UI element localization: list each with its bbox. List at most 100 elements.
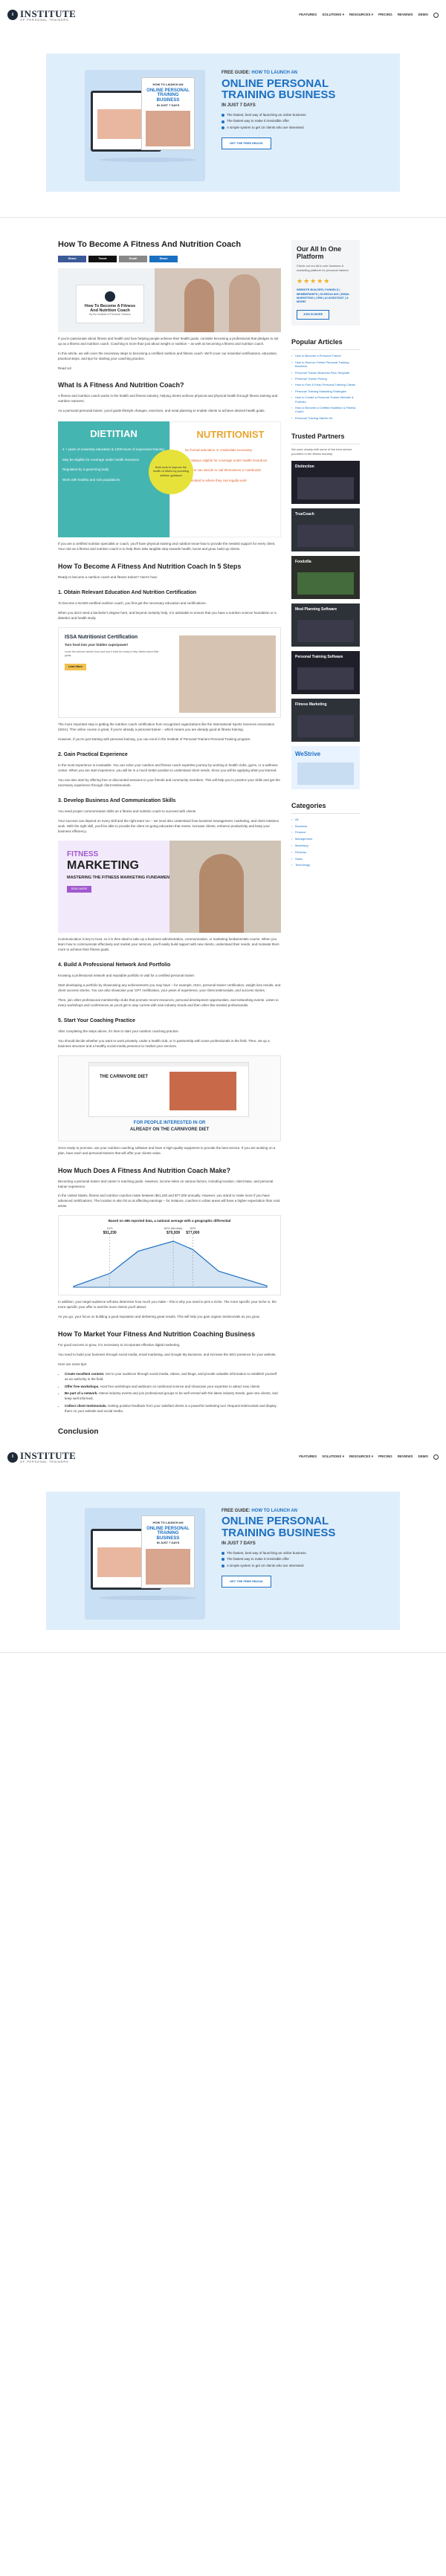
logo-sub-text: OF PERSONAL TRAINERS — [20, 17, 69, 22]
share-email-button[interactable]: Email — [119, 255, 147, 262]
ebook-banner[interactable]: HOW TO LAUNCH AN ONLINE PERSONAL TRAININ… — [46, 1491, 400, 1630]
paragraph: You need proper communication skills as … — [58, 809, 197, 813]
paragraph: Communication is key to trust, so it is … — [58, 936, 279, 951]
popular-article-link[interactable]: How to Start an Online Personal Training… — [291, 360, 360, 369]
menu-item-pricing[interactable]: PRICING — [378, 13, 392, 18]
carn-food-photo — [169, 1071, 236, 1110]
nutritionist-title: NUTRITIONIST — [196, 429, 265, 441]
category-link[interactable]: Management — [291, 837, 360, 841]
salary-value-label: $51,230 — [103, 1231, 117, 1235]
menu-item-solutions[interactable]: SOLUTIONS ▾ — [322, 13, 344, 18]
shared-circle: Both work to improve the health of other… — [149, 450, 193, 495]
partner-banner-foodzilla[interactable]: Foodzilla — [291, 555, 360, 599]
issa-ad-image[interactable]: ISSA Nutritionist Certification Turn foo… — [58, 627, 281, 718]
category-link[interactable]: Finance — [291, 830, 360, 835]
paragraph: Start developing a portfolio by showcasi… — [58, 983, 281, 992]
menu-item-resources[interactable]: RESOURCES ▾ — [349, 1454, 373, 1460]
popular-article-link[interactable]: Personal Training Starter Kit — [291, 416, 360, 421]
menu-item-solutions[interactable]: SOLUTIONS ▾ — [322, 1454, 344, 1460]
get-ebook-button[interactable]: GET THE FREE EBOOK — [222, 1576, 271, 1588]
mkt-photo — [169, 840, 281, 933]
sidebar: Our All In One Platform Check out our al… — [291, 240, 360, 1438]
menu-item-demo[interactable]: DEMO — [418, 1454, 429, 1460]
search-icon[interactable] — [433, 12, 439, 18]
site-logo[interactable]: I INSTITUTE OF PERSONAL TRAINERS — [7, 9, 76, 22]
logo-sub-text: OF PERSONAL TRAINERS — [20, 1460, 69, 1464]
ebook-cover-days: IN JUST 7 DAYS — [156, 103, 180, 107]
share-more-button[interactable]: Share — [149, 255, 178, 262]
paragraph: For good success to grow, it is necessar… — [58, 1343, 181, 1347]
category-link[interactable]: Sales — [291, 857, 360, 861]
top-banner-section: HOW TO LAUNCH AN ONLINE PERSONAL TRAININ… — [0, 30, 446, 218]
popular-article-link[interactable]: Personal Trainer Pricing — [291, 377, 360, 381]
paragraph: The more important step is getting the n… — [58, 722, 275, 731]
ebook-cover-photo — [146, 1549, 190, 1585]
partner-banner-pt-software[interactable]: Personal Training Software — [291, 650, 360, 694]
intro-paragraph: If you're passionate about fitness and h… — [58, 336, 279, 346]
dietitian-point: 4 + years of university education & 1200… — [62, 447, 164, 452]
ebook-banner[interactable]: HOW TO LAUNCH AN ONLINE PERSONAL TRAININ… — [46, 54, 400, 192]
partner-banner-distinction[interactable]: Distinction — [291, 460, 360, 504]
logo-main-text: INSTITUTE — [20, 7, 77, 19]
ebook-mockup: HOW TO LAUNCH AN ONLINE PERSONAL TRAININ… — [85, 1507, 205, 1619]
trusted-partners-desc: We work closely with some of the best se… — [291, 447, 352, 456]
category-link[interactable]: Technology — [291, 863, 360, 867]
percentile-label: 90% — [190, 1226, 195, 1230]
partner-banner-marketing[interactable]: Fitness Marketing — [291, 698, 360, 742]
ebook-cover-big: ONLINE PERSONAL TRAINING BUSINESS — [146, 88, 190, 103]
banner-days: IN JUST 7 DAYS — [222, 1541, 256, 1546]
popular-article-link[interactable]: Personal Trainer Business Plan Template — [291, 371, 360, 375]
dietitian-point: May be eligible for coverage under healt… — [62, 457, 140, 462]
paragraph: After completing the steps above, it's t… — [58, 1029, 179, 1033]
partner-banner-westrive[interactable]: WeStrive — [291, 745, 360, 789]
mkt-read-more-button[interactable]: READ MORE — [67, 886, 92, 893]
menu-item-features[interactable]: FEATURES — [299, 1454, 317, 1460]
paragraph: Here are some tips: — [58, 1362, 88, 1367]
menu-item-reviews[interactable]: REVIEWS — [398, 1454, 413, 1460]
menu-item-demo[interactable]: DEMO — [418, 13, 429, 18]
category-link[interactable]: All — [291, 818, 360, 822]
menu-item-pricing[interactable]: PRICING — [378, 1454, 392, 1460]
menu-item-reviews[interactable]: REVIEWS — [398, 13, 413, 18]
banner-bullets: The fastest, best way of launching an on… — [222, 113, 378, 131]
banner-bullet: The fastest, best way of launching an on… — [222, 1551, 378, 1556]
popular-article-link[interactable]: How to Become a Certified Nutrition & Fi… — [291, 406, 360, 414]
issa-learn-more-button[interactable]: Learn More — [65, 663, 86, 670]
category-link[interactable]: Marketing — [291, 844, 360, 848]
step-heading: 2. Gain Practical Experience — [58, 751, 128, 757]
paragraph: In the United States, fitness and nutrit… — [58, 1194, 280, 1208]
paragraph: You need to build your business through … — [58, 1353, 277, 1357]
fitness-marketing-image[interactable]: FITNESS MARKETING MASTERING THE FITNESS … — [58, 840, 281, 933]
platform-button[interactable]: JOIN IN MORE — [297, 309, 330, 320]
paragraph: Once ready to promote, use your nutritio… — [58, 1145, 276, 1155]
partner-banner-truecoach[interactable]: TrueCoach — [291, 508, 360, 551]
banner-bullet: The fastest, best way of launching an on… — [222, 113, 378, 118]
share-facebook-button[interactable]: Share — [58, 255, 86, 262]
nutritionist-point: Not always eligible for coverage under h… — [185, 458, 268, 462]
check-icon — [222, 1558, 224, 1562]
paragraph: Then, join other professional membership… — [58, 997, 279, 1007]
section-heading-pay: How Much Does A Fitness And Nutrition Co… — [58, 1166, 231, 1174]
get-ebook-button[interactable]: GET THE FREE EBOOK — [222, 137, 271, 150]
popular-article-link[interactable]: How to Find & Keep Personal Training Cli… — [291, 383, 360, 387]
menu-item-resources[interactable]: RESOURCES ▾ — [349, 13, 373, 18]
step-heading: 5. Start Your Coaching Practice — [58, 1017, 135, 1023]
category-link[interactable]: Business — [291, 824, 360, 829]
tip-item: Offer free workshops. Host free workshop… — [65, 1385, 281, 1390]
popular-article-link[interactable]: How to Become a Personal Trainer — [291, 354, 360, 358]
site-logo[interactable]: I INSTITUTE OF PERSONAL TRAINERS — [7, 1451, 76, 1463]
hero-sub: By the Institute of Personal Trainers — [89, 312, 131, 316]
popular-article-link[interactable]: Personal Training Marketing Strategies — [291, 389, 360, 394]
share-twitter-button[interactable]: Tweet — [88, 255, 117, 262]
hero-title-card: How To Become A Fitness And Nutrition Co… — [76, 284, 144, 323]
menu-item-features[interactable]: FEATURES — [299, 13, 317, 18]
nutritionist-point: No formal education or credentials neces… — [185, 448, 253, 453]
tip-item: Collect client testimonials. Getting pos… — [65, 1404, 281, 1414]
platform-desc: Check out our all-in-one business & mark… — [297, 263, 349, 272]
carnivore-diet-image[interactable]: THE CARNIVORE DIET FOR PEOPLE INTERESTED… — [58, 1055, 281, 1142]
category-link[interactable]: Reviews — [291, 850, 360, 855]
popular-article-link[interactable]: How to Create a Personal Trainer Website… — [291, 395, 360, 404]
partner-banner-meal-planning[interactable]: Meal Planning Software — [291, 603, 360, 647]
search-icon[interactable] — [433, 1454, 439, 1460]
paragraph: Your success can depend on every skill a… — [58, 818, 279, 833]
